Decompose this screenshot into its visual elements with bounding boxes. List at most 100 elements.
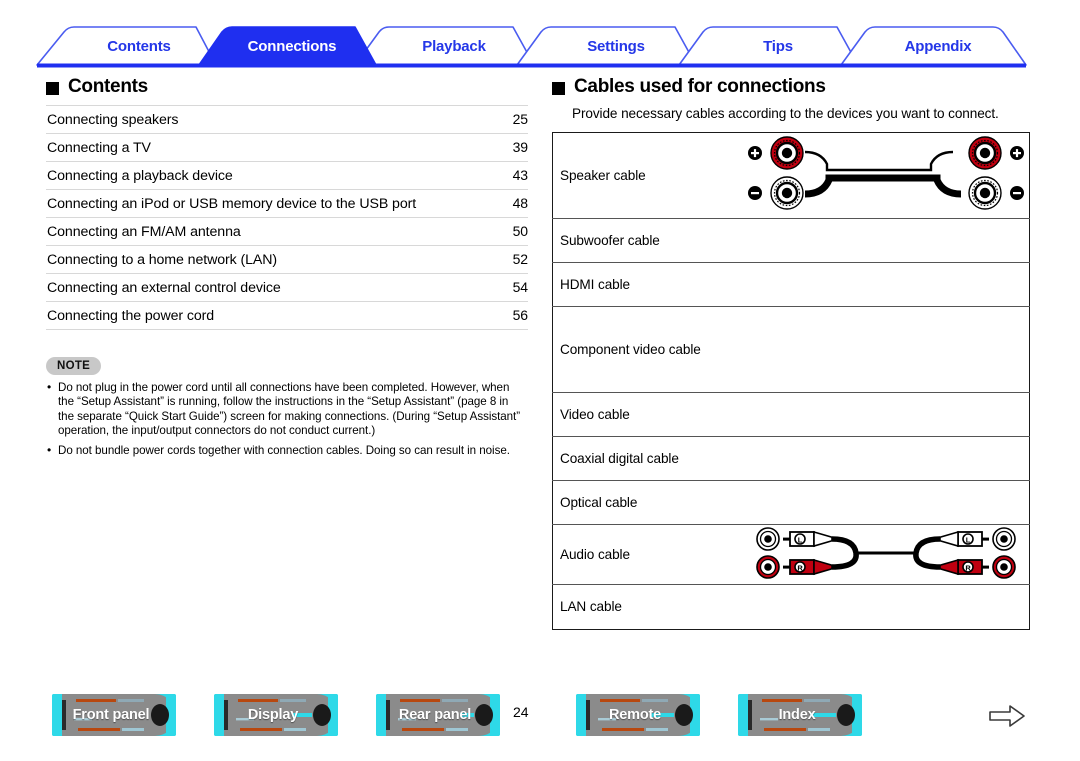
jack-red-left: [755, 554, 780, 579]
nav-button-label: Remote: [609, 707, 661, 723]
toc-row[interactable]: Connecting speakers 25: [46, 105, 528, 134]
jack-white-left: [755, 526, 780, 551]
minus-symbol-right: [1009, 185, 1024, 200]
toc-title: Connecting to a home network (LAN): [47, 252, 278, 268]
plus-symbol-right: [1009, 145, 1024, 160]
plug-red-right: R: [938, 558, 989, 575]
table-row: LAN cable: [553, 584, 1030, 629]
cable-label: LAN cable: [560, 599, 622, 614]
cable-label: Coaxial digital cable: [560, 450, 679, 466]
cables-heading-label: Cables used for connections: [574, 76, 826, 97]
cables-intro: Provide necessary cables according to th…: [572, 106, 999, 121]
speaker-wire: [804, 150, 961, 197]
footer-nav: Front panel Display Rear panel Remote In…: [0, 694, 1080, 742]
toc-row[interactable]: Connecting an FM/AM antenna 50: [46, 218, 528, 246]
toc-page: 43: [512, 167, 528, 183]
cable-table: Speaker cable Subwoofer cable HDMI cable…: [552, 131, 1030, 630]
toc-title: Connecting the power cord: [47, 308, 215, 324]
plug-red-left: R: [782, 558, 833, 575]
cable-diagram-cell: [743, 306, 1030, 392]
cable-label: Optical cable: [560, 494, 638, 510]
table-row: Component video cable: [552, 306, 1030, 392]
cable-label: Audio cable: [560, 546, 630, 562]
plug-white-left: L: [782, 530, 833, 547]
page-number: 24: [513, 704, 529, 720]
square-bullet-icon: [552, 81, 565, 95]
table-row: Optical cable: [552, 480, 1030, 524]
table-of-contents: Connecting speakers 25 Connecting a TV 3…: [46, 105, 528, 330]
cable-label: Component video cable: [560, 341, 701, 357]
tab-connections[interactable]: Connections: [222, 38, 362, 55]
cables-heading: Cables used for connections: [552, 76, 1034, 98]
svg-text:L: L: [966, 535, 971, 544]
cable-diagram-cell: [743, 262, 1030, 306]
cable-label: HDMI cable: [560, 276, 631, 292]
cable-diagram-cell: [743, 132, 1030, 218]
tab-settings[interactable]: Settings: [551, 38, 681, 55]
nav-index[interactable]: Index: [738, 694, 862, 736]
nav-button-label: Rear panel: [398, 707, 472, 723]
toc-page: 54: [512, 279, 528, 295]
toc-row[interactable]: Connecting a TV 39: [46, 134, 528, 162]
note-item: Do not plug in the power cord until all …: [46, 380, 526, 439]
table-row: HDMI cable: [552, 262, 1030, 306]
nav-button-label: Index: [778, 707, 816, 723]
cable-diagram-cell: L R L R: [743, 524, 1030, 584]
cable-diagram-cell: [743, 436, 1030, 480]
audio-left-label: L: [798, 535, 803, 544]
svg-text:R: R: [965, 563, 971, 572]
toc-row[interactable]: Connecting to a home network (LAN) 52: [46, 246, 528, 274]
tab-bar: Contents Connections Playback Settings T…: [0, 22, 1080, 68]
tab-playback[interactable]: Playback: [389, 38, 519, 55]
nav-button-label: Front panel: [72, 707, 150, 723]
nav-front-panel[interactable]: Front panel: [52, 694, 176, 736]
manual-page: Contents Connections Playback Settings T…: [0, 0, 1080, 761]
left-column: Contents Connecting speakers 25 Connecti…: [46, 76, 536, 463]
toc-page: 39: [512, 139, 528, 155]
toc-page: 52: [512, 251, 528, 267]
note-item: Do not bundle power cords together with …: [46, 443, 526, 458]
table-row: Speaker cable: [552, 132, 1030, 218]
jack-white-right: [991, 526, 1016, 551]
toc-page: 48: [512, 195, 528, 211]
toc-title: Connecting an iPod or USB memory device …: [47, 196, 417, 212]
nav-remote[interactable]: Remote: [576, 694, 700, 736]
cable-label: Subwoofer cable: [560, 232, 660, 248]
toc-title: Connecting a playback device: [47, 168, 233, 184]
arrow-right-glyph: [989, 705, 1025, 727]
note-block: NOTE Do not plug in the power cord until…: [46, 356, 526, 458]
speaker-cable-diagram: [747, 135, 1024, 210]
tab-contents[interactable]: Contents: [74, 38, 204, 55]
toc-page: 50: [512, 223, 528, 239]
toc-row[interactable]: Connecting a playback device 43: [46, 162, 528, 190]
plug-white-right: L: [938, 530, 989, 547]
table-row: Audio cable L R L R: [552, 524, 1030, 584]
toc-row[interactable]: Connecting the power cord 56: [46, 302, 528, 330]
toc-title: Connecting an FM/AM antenna: [47, 224, 241, 240]
table-row: Video cable: [552, 392, 1030, 436]
jack-red-right: [991, 554, 1016, 579]
arrow-right-icon[interactable]: [988, 703, 1026, 734]
cable-label: Video cable: [560, 406, 630, 422]
cable-diagram-cell: [743, 584, 1030, 629]
cable-label: Speaker cable: [560, 167, 646, 183]
plus-symbol-left: [747, 145, 762, 160]
toc-row[interactable]: Connecting an external control device 54: [46, 274, 528, 302]
nav-rear-panel[interactable]: Rear panel: [376, 694, 500, 736]
toc-title: Connecting an external control device: [47, 280, 281, 296]
tab-baseline: [37, 63, 1026, 68]
terminal-white-left: [770, 175, 804, 210]
audio-cable-diagram: L R L R: [755, 526, 1016, 579]
minus-symbol-left: [747, 185, 762, 200]
cable-diagram-cell: [743, 218, 1030, 262]
cable-diagram-cell: [743, 392, 1030, 436]
tab-appendix[interactable]: Appendix: [875, 38, 1001, 55]
toc-title: Connecting speakers: [47, 112, 179, 128]
nav-display[interactable]: Display: [214, 694, 338, 736]
tab-tips[interactable]: Tips: [713, 38, 843, 55]
toc-title: Connecting a TV: [47, 140, 151, 156]
terminal-red-right: [968, 135, 1002, 170]
note-list: Do not plug in the power cord until all …: [46, 380, 526, 458]
cable-diagram-cell: [743, 480, 1030, 524]
toc-row[interactable]: Connecting an iPod or USB memory device …: [46, 190, 528, 218]
